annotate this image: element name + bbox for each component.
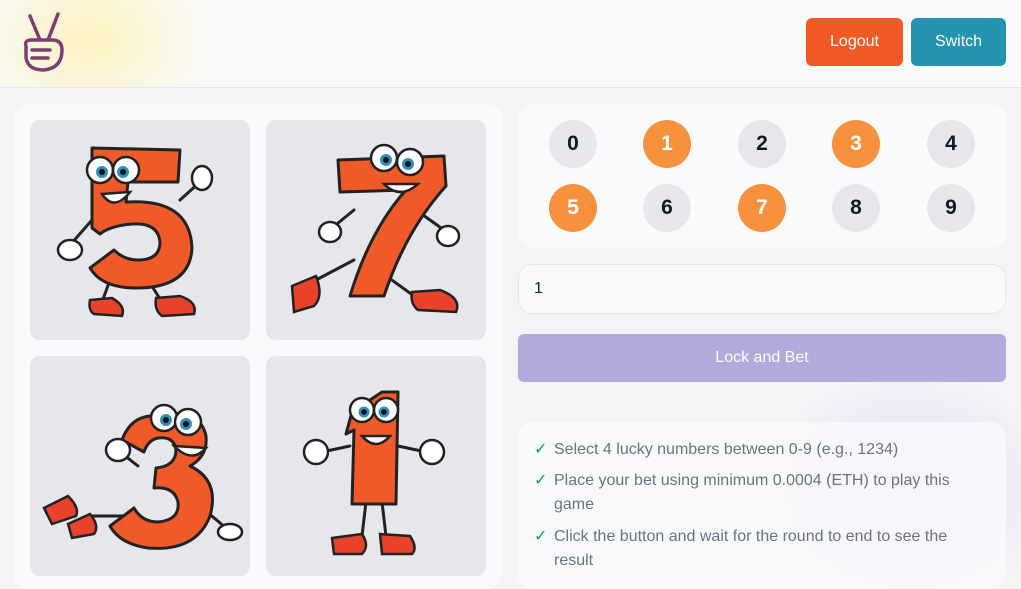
digit-seven-character-image bbox=[290, 143, 461, 314]
digit-three-character-image bbox=[42, 403, 244, 550]
number-1[interactable]: 1 bbox=[643, 120, 691, 168]
number-8[interactable]: 8 bbox=[832, 184, 880, 232]
digit-five-character-image bbox=[56, 146, 214, 318]
check-icon: ✓ bbox=[534, 528, 548, 545]
lucky-cards-panel bbox=[14, 104, 502, 589]
instructions-panel: ✓ Select 4 lucky numbers between 0-9 (e.… bbox=[518, 422, 1006, 589]
instruction-item: ✓ Select 4 lucky numbers between 0-9 (e.… bbox=[534, 438, 974, 462]
number-9[interactable]: 9 bbox=[927, 184, 975, 232]
digit-one-character-image bbox=[302, 390, 446, 556]
peace-hand-icon[interactable] bbox=[20, 10, 68, 76]
instruction-item: ✓ Place your bet using minimum 0.0004 (E… bbox=[534, 469, 974, 517]
number-6[interactable]: 6 bbox=[643, 184, 691, 232]
number-3[interactable]: 3 bbox=[832, 120, 880, 168]
logout-button[interactable]: Logout bbox=[806, 18, 903, 66]
card-digit-seven bbox=[266, 120, 486, 340]
switch-button[interactable]: Switch bbox=[911, 18, 1006, 66]
instruction-text: Place your bet using minimum 0.0004 (ETH… bbox=[554, 472, 950, 513]
card-digit-one bbox=[266, 356, 486, 576]
card-digit-five bbox=[30, 120, 250, 340]
check-icon: ✓ bbox=[534, 441, 548, 458]
number-5[interactable]: 5 bbox=[549, 184, 597, 232]
app-header: Logout Switch bbox=[0, 0, 1021, 88]
instruction-item: ✓ Click the button and wait for the roun… bbox=[534, 525, 974, 573]
instruction-text: Click the button and wait for the round … bbox=[554, 528, 948, 569]
instruction-text: Select 4 lucky numbers between 0-9 (e.g.… bbox=[554, 441, 899, 458]
card-digit-three bbox=[30, 356, 250, 576]
number-4[interactable]: 4 bbox=[927, 120, 975, 168]
number-2[interactable]: 2 bbox=[738, 120, 786, 168]
check-icon: ✓ bbox=[534, 472, 548, 489]
bet-amount-input[interactable] bbox=[518, 264, 1006, 314]
number-0[interactable]: 0 bbox=[549, 120, 597, 168]
number-picker: 0 1 2 3 4 5 6 7 8 9 bbox=[518, 104, 1006, 248]
number-7[interactable]: 7 bbox=[738, 184, 786, 232]
